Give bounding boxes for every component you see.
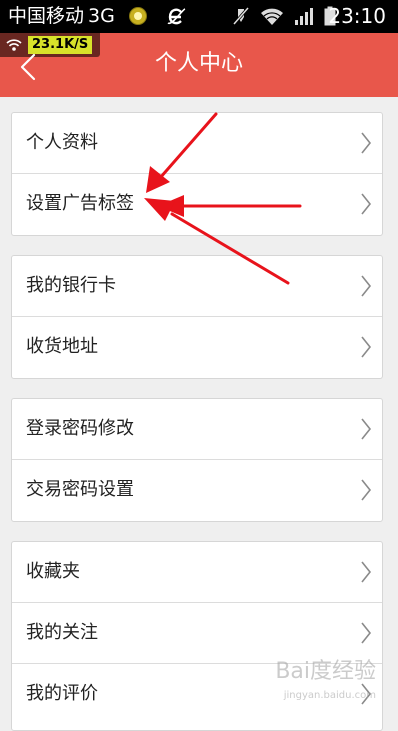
menu-item-label: 个人资料: [26, 131, 98, 155]
menu-item-shipping-address[interactable]: 收货地址: [12, 316, 382, 377]
chevron-right-icon: [360, 561, 372, 583]
app-badge-icon: [128, 6, 148, 26]
chevron-right-icon: [360, 418, 372, 440]
chevron-right-icon: [360, 193, 372, 215]
page-title: 个人中心: [0, 50, 398, 78]
menu-group-security: 登录密码修改 交易密码设置: [11, 398, 383, 522]
menu-item-label: 设置广告标签: [26, 192, 134, 216]
menu-item-ad-tags[interactable]: 设置广告标签: [12, 173, 382, 234]
chevron-right-icon: [360, 275, 372, 297]
chevron-right-icon: [360, 132, 372, 154]
signal-icon: [294, 6, 314, 26]
carrier-label: 中国移动3G: [8, 5, 115, 27]
menu-item-bank-cards[interactable]: 我的银行卡: [12, 256, 382, 316]
menu-item-trade-password[interactable]: 交易密码设置: [12, 459, 382, 520]
menu-item-label: 我的关注: [26, 621, 98, 645]
menu-item-label: 收货地址: [26, 335, 98, 359]
menu-group-profile: 个人资料 设置广告标签: [11, 112, 383, 236]
watermark-logo: Bai度经验: [275, 653, 376, 685]
menu-group-activity: 收藏夹 我的关注 我的评价: [11, 541, 383, 731]
mute-icon: [232, 6, 250, 26]
menu-item-label: 我的评价: [26, 682, 98, 706]
menu-item-label: 收藏夹: [26, 560, 80, 584]
chevron-right-icon: [360, 336, 372, 358]
menu-group-payment: 我的银行卡 收货地址: [11, 255, 383, 379]
wifi-icon: [260, 6, 284, 26]
carrier-name: 中国移动: [8, 5, 84, 27]
menu-item-login-password[interactable]: 登录密码修改: [12, 399, 382, 459]
menu-item-favorites[interactable]: 收藏夹: [12, 542, 382, 602]
menu-item-label: 我的银行卡: [26, 274, 116, 298]
chevron-right-icon: [360, 479, 372, 501]
menu-item-profile[interactable]: 个人资料: [12, 113, 382, 173]
header-bar: 23.1K/S 个人中心: [0, 33, 398, 97]
status-bar: 中国移动3G 23:1: [0, 0, 398, 33]
browser-icon: [166, 6, 186, 28]
menu-item-label: 登录密码修改: [26, 417, 134, 441]
chevron-right-icon: [360, 622, 372, 644]
clock: 23:10: [328, 4, 386, 28]
watermark-url: jingyan.baidu.com: [284, 690, 376, 701]
network-type: 3G: [88, 5, 115, 27]
menu-item-label: 交易密码设置: [26, 478, 134, 502]
